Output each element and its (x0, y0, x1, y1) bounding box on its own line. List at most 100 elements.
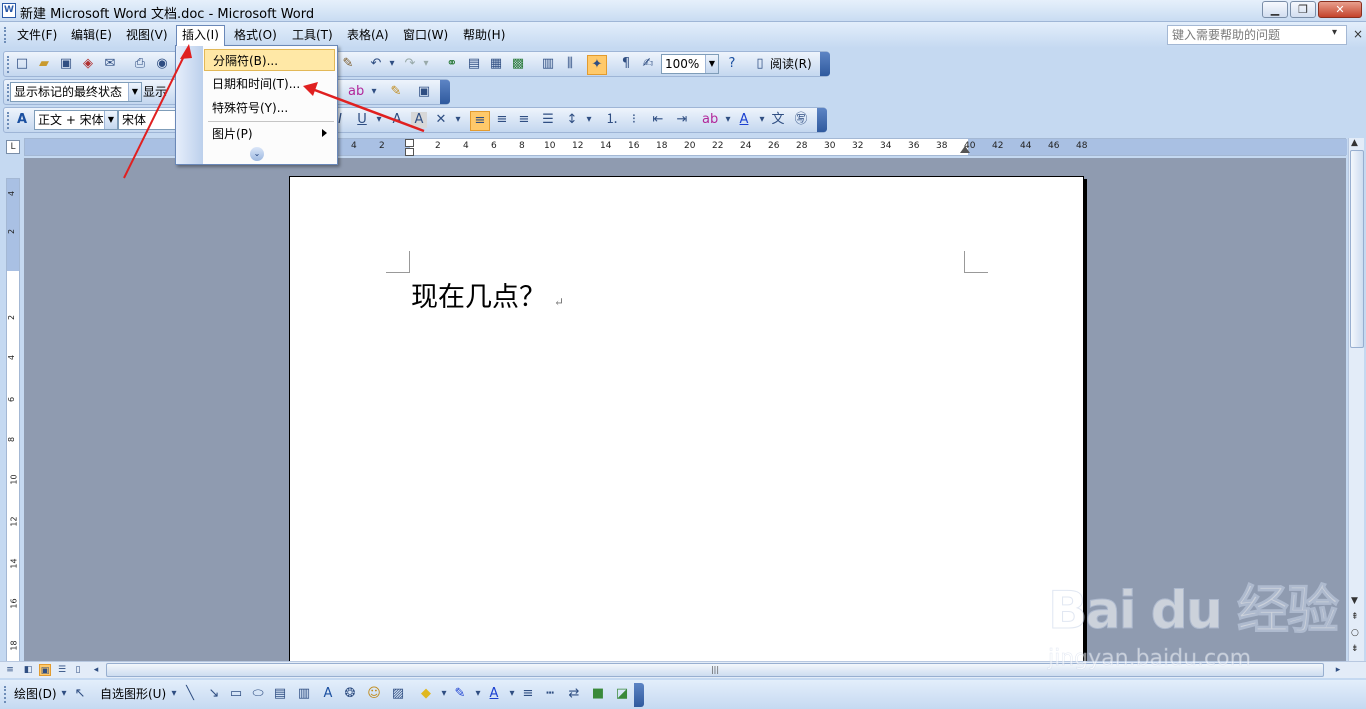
char-scaling-icon[interactable]: ✕ (433, 112, 449, 128)
vertical-scroll-thumb[interactable] (1350, 150, 1364, 348)
drawing-toolbar-options-icon[interactable] (634, 683, 644, 707)
help-icon[interactable]: ? (724, 56, 740, 72)
zoom-dropdown-icon[interactable]: ▼ (705, 55, 718, 73)
draw-font-color-dropdown-icon[interactable]: ▾ (504, 686, 520, 702)
menu-bar-grip[interactable] (4, 27, 7, 43)
line-spacing-dropdown-icon[interactable]: ▾ (581, 112, 597, 128)
menu-table[interactable]: 表格(A) (342, 26, 394, 45)
highlight-dropdown-icon[interactable]: ▾ (366, 84, 382, 100)
redo-dropdown-icon[interactable]: ▾ (418, 56, 434, 72)
clip-art-icon[interactable]: ☺ (366, 686, 382, 702)
menu-view[interactable]: 视图(V) (121, 26, 173, 45)
normal-view-icon[interactable]: ≡ (4, 664, 16, 676)
open-folder-icon[interactable]: ▰ (36, 56, 52, 72)
right-indent-marker[interactable] (960, 146, 970, 153)
rectangle-icon[interactable]: ▭ (228, 686, 244, 702)
menu-window[interactable]: 窗口(W) (398, 26, 453, 45)
show-hide-icon[interactable]: ¶ (618, 56, 634, 72)
formatting-toolbar-grip[interactable] (7, 112, 10, 129)
insert-table-icon[interactable]: ▦ (488, 56, 504, 72)
show-markup-button[interactable]: 显示 (143, 82, 167, 102)
3d-style-icon[interactable]: ◪ (614, 686, 630, 702)
scroll-down-icon[interactable]: ▼ (1351, 596, 1358, 606)
line-icon[interactable]: ╲ (182, 686, 198, 702)
help-search-input[interactable]: 键入需要帮助的问题 (1167, 25, 1347, 45)
line-style-icon[interactable]: ≡ (520, 686, 536, 702)
reviewing-pane-icon[interactable]: ▣ (416, 84, 432, 100)
draw-menu-dropdown-icon[interactable]: ▾ (56, 686, 72, 702)
menu-help[interactable]: 帮助(H) (458, 26, 510, 45)
save-icon[interactable]: ▣ (58, 56, 74, 72)
read-mode-icon[interactable]: ▯ (752, 56, 768, 72)
scroll-left-icon[interactable]: ◂ (90, 664, 102, 676)
decrease-indent-icon[interactable]: ⇤ (650, 112, 666, 128)
font-color-dropdown-icon[interactable]: ▾ (754, 112, 770, 128)
highlight-icon[interactable]: ab (348, 84, 364, 100)
formatting-toolbar-options-icon[interactable] (817, 108, 827, 132)
menu-item-date-time[interactable]: 日期和时间(T)... (204, 73, 335, 95)
word-app-icon[interactable]: W (2, 3, 16, 18)
permission-icon[interactable]: ◈ (80, 56, 96, 72)
autoshapes-dropdown-icon[interactable]: ▾ (166, 686, 182, 702)
maximize-button[interactable]: ❐ (1290, 1, 1316, 18)
distributed-icon[interactable]: ☰ (540, 112, 556, 128)
line-spacing-icon[interactable]: ↕ (564, 112, 580, 128)
align-right-icon[interactable]: ≡ (516, 112, 532, 128)
vertical-text-box-icon[interactable]: ▥ (296, 686, 312, 702)
insert-picture-icon[interactable]: ▨ (390, 686, 406, 702)
close-button[interactable]: ✕ (1318, 1, 1362, 18)
text-highlight-icon[interactable]: ab (702, 112, 718, 128)
enclose-char-icon[interactable]: ㊢ (793, 112, 809, 128)
markup-dropdown-icon[interactable]: ▼ (128, 83, 141, 101)
redo-icon[interactable]: ↷ (402, 56, 418, 72)
first-line-indent-marker[interactable] (405, 139, 414, 147)
previous-page-icon[interactable]: ⇞ (1351, 612, 1359, 622)
undo-icon[interactable]: ↶ (368, 56, 384, 72)
standard-toolbar-grip[interactable] (7, 56, 10, 73)
draw-menu-button[interactable]: 绘图(D) (14, 684, 57, 704)
char-shading-icon[interactable]: A (411, 112, 427, 128)
reviewing-toolbar-options-icon[interactable] (440, 80, 450, 104)
bullets-icon[interactable]: ⁝ (626, 112, 642, 128)
arrow-style-icon[interactable]: ⇄ (566, 686, 582, 702)
print-preview-icon[interactable]: ◉ (154, 56, 170, 72)
drawing-toolbar-grip[interactable] (4, 686, 7, 703)
track-changes-icon[interactable]: ✎ (388, 84, 404, 100)
char-border-icon[interactable]: A (389, 112, 405, 128)
shadow-style-icon[interactable]: ■ (590, 686, 606, 702)
minimize-button[interactable]: ▁ (1262, 1, 1288, 18)
style-dropdown-icon[interactable]: ▼ (104, 111, 117, 129)
draw-font-color-icon[interactable]: A (486, 686, 502, 702)
text-highlight-dropdown-icon[interactable]: ▾ (720, 112, 736, 128)
fill-color-icon[interactable]: ◆ (418, 686, 434, 702)
underline-icon[interactable]: U (354, 112, 370, 128)
vertical-ruler[interactable]: 4 2 2 4 6 8 10 12 14 16 18 (6, 178, 20, 662)
wordart-icon[interactable]: A (320, 686, 336, 702)
styles-formatting-icon[interactable]: A (14, 112, 30, 128)
style-combo[interactable]: 正文 + 宋体 ▼ (34, 110, 118, 130)
underline-dropdown-icon[interactable]: ▾ (371, 112, 387, 128)
print-layout-icon[interactable]: ▣ (39, 664, 51, 676)
menu-file[interactable]: 文件(F) (12, 26, 62, 45)
char-scaling-dropdown-icon[interactable]: ▾ (450, 112, 466, 128)
font-combo[interactable]: 宋体 (118, 110, 178, 130)
autoshapes-button[interactable]: 自选图形(U) (100, 684, 166, 704)
insert-excel-icon[interactable]: ▩ (510, 56, 526, 72)
new-document-icon[interactable]: □ (14, 56, 30, 72)
drawing-icon[interactable]: ⫼ (562, 56, 578, 72)
select-objects-icon[interactable]: ↖ (72, 686, 88, 702)
email-icon[interactable]: ✉ (102, 56, 118, 72)
hanging-indent-marker[interactable] (405, 148, 414, 156)
dash-style-icon[interactable]: ┅ (542, 686, 558, 702)
document-text[interactable]: 现在几点？ (411, 282, 546, 313)
menu-item-special-symbol[interactable]: 特殊符号(Y)... (204, 97, 335, 119)
line-color-icon[interactable]: ✎ (452, 686, 468, 702)
ink-icon[interactable]: ✍ (640, 56, 656, 72)
tab-selector[interactable]: L (6, 140, 20, 154)
menu-item-picture[interactable]: 图片(P) (204, 123, 335, 145)
align-justify-icon[interactable]: ≡ (470, 111, 490, 131)
phonetic-guide-icon[interactable]: 文 (770, 112, 786, 128)
document-page[interactable]: 现在几点？ ↵ (289, 176, 1084, 661)
read-mode-button[interactable]: 阅读(R) (770, 54, 812, 74)
menu-item-break[interactable]: 分隔符(B)... (204, 49, 335, 71)
